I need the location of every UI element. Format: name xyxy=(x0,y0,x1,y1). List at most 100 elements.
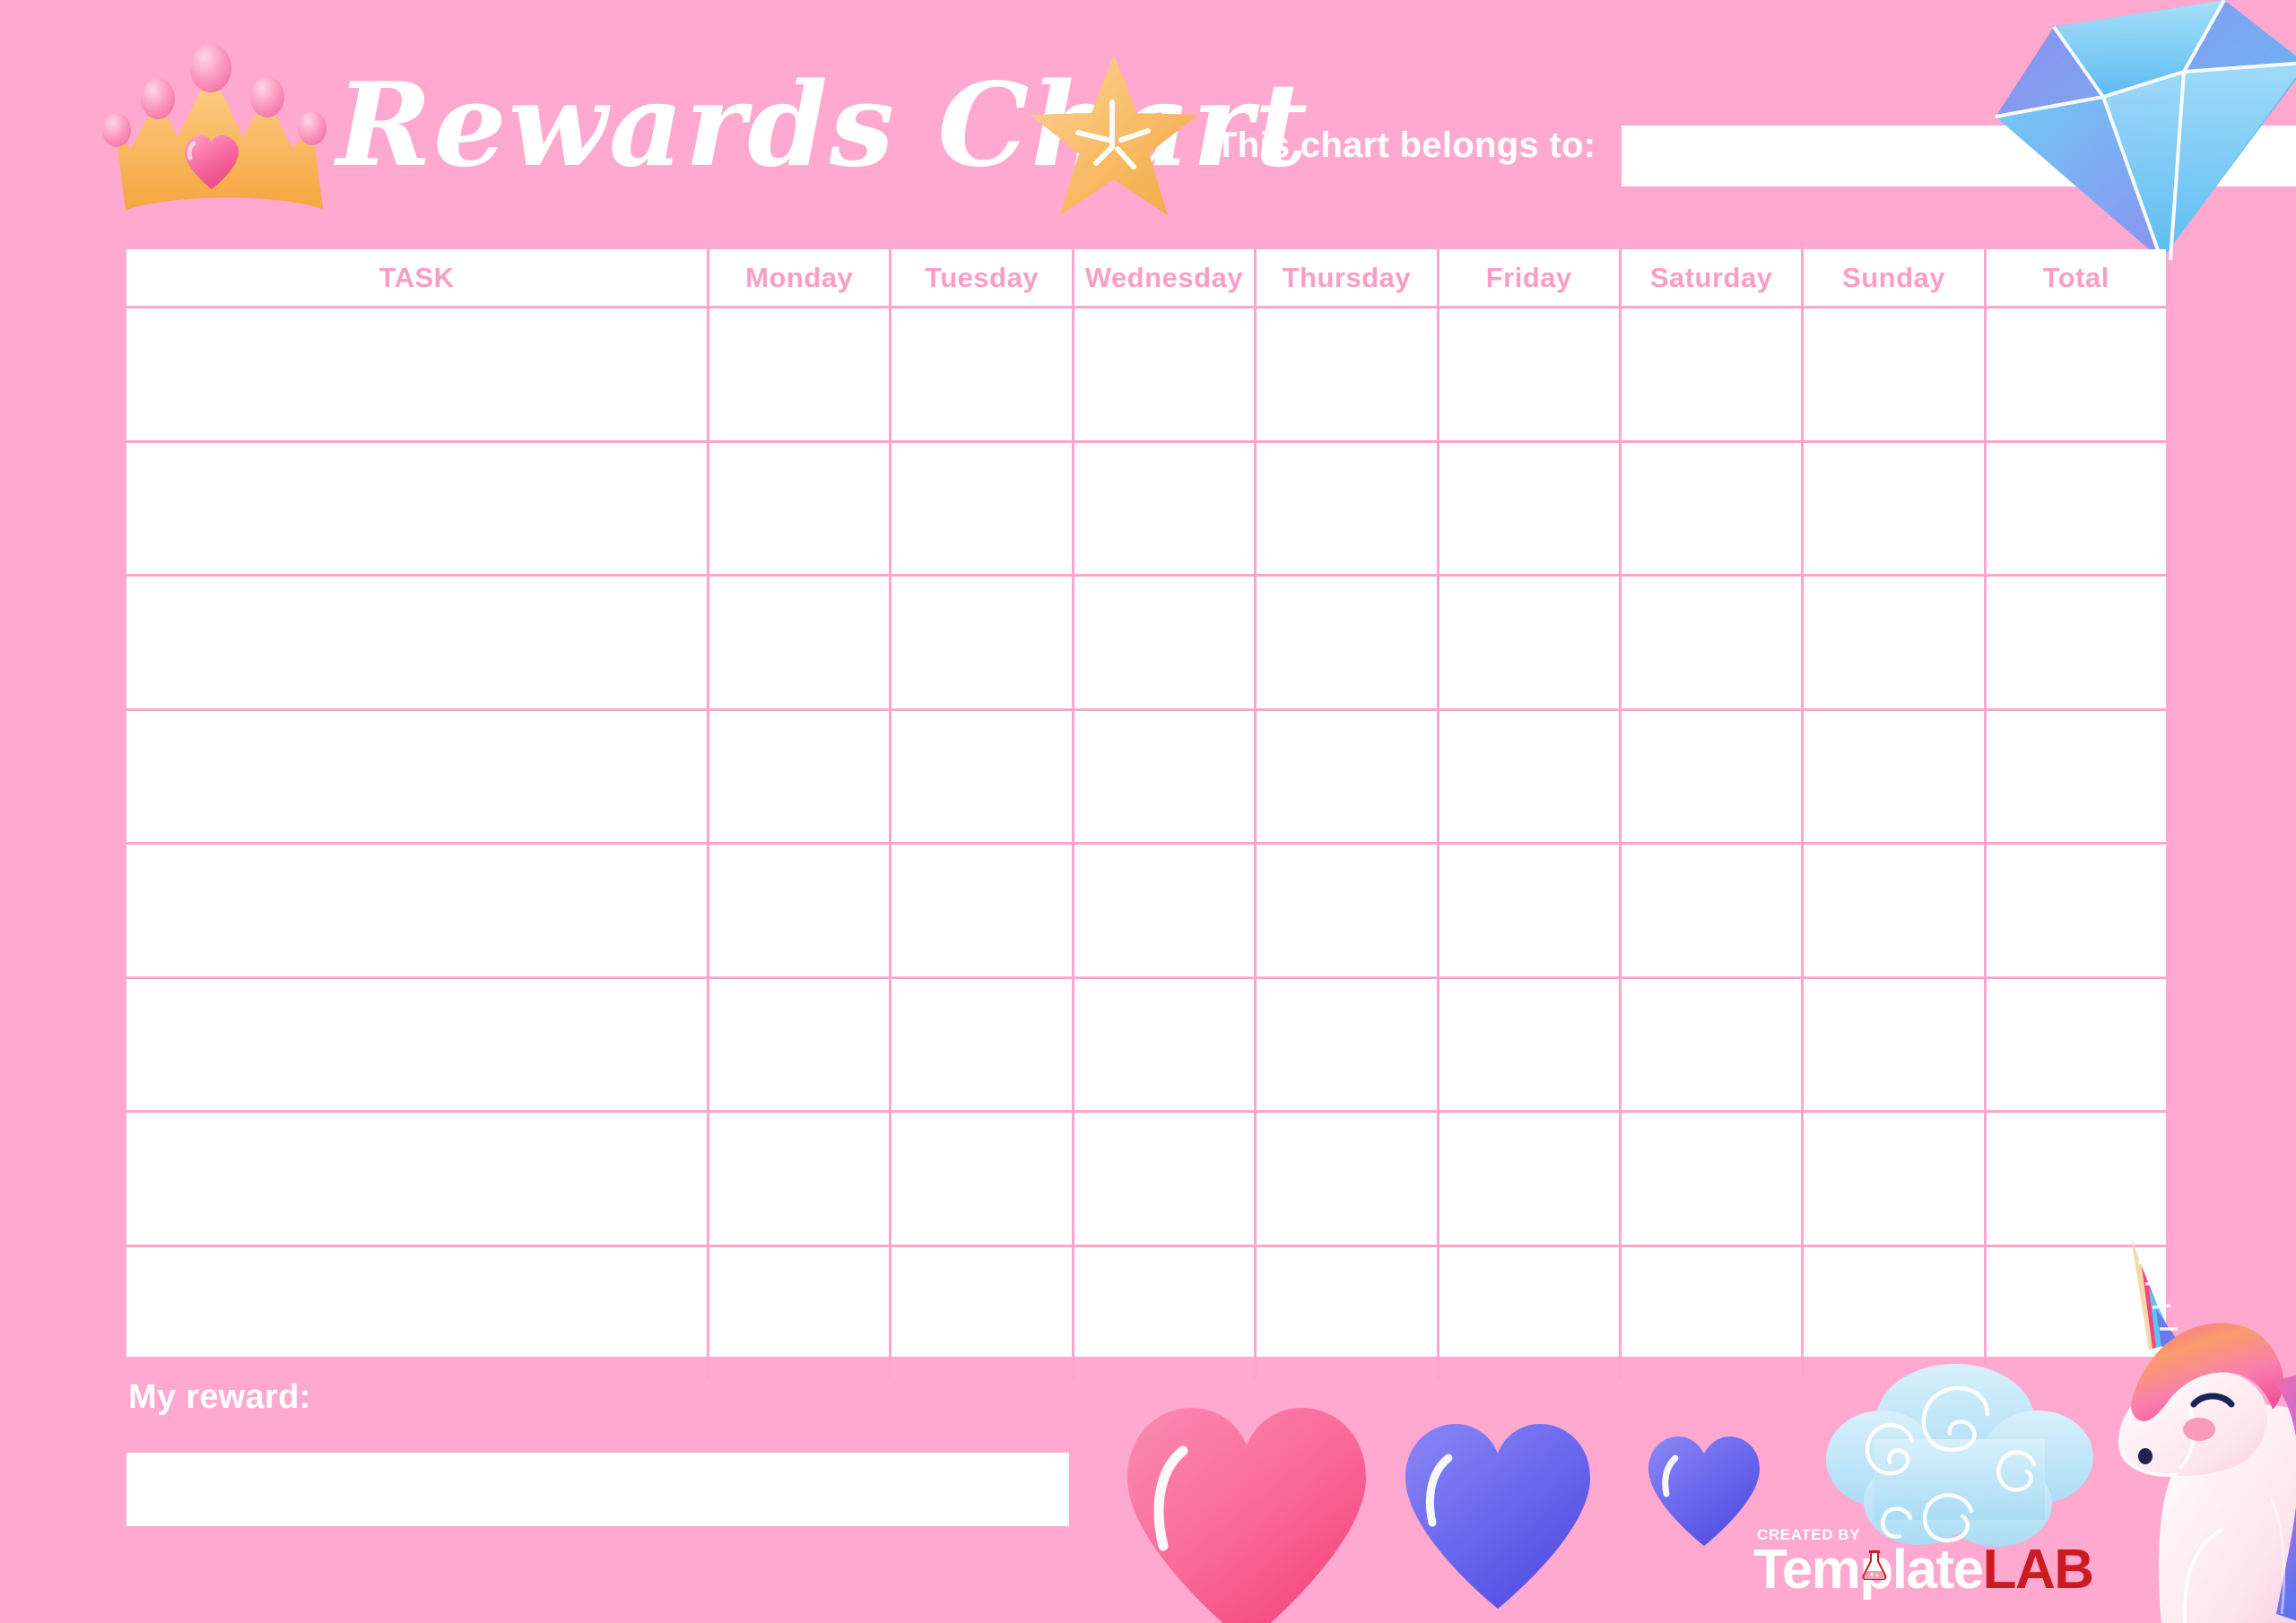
column-header-friday: Friday xyxy=(1439,249,1622,306)
table-cell-total[interactable] xyxy=(1987,308,2166,440)
table-cell-thursday[interactable] xyxy=(1257,577,1439,708)
table-cell-monday[interactable] xyxy=(709,1113,892,1245)
star-icon xyxy=(1022,47,1202,226)
table-cell-saturday[interactable] xyxy=(1622,1246,1805,1378)
table-cell-thursday[interactable] xyxy=(1257,1246,1439,1378)
table-cell-monday[interactable] xyxy=(709,577,892,708)
table-cell-sunday[interactable] xyxy=(1804,577,1987,708)
my-reward-input[interactable] xyxy=(126,1453,1069,1526)
table-cell-wednesday[interactable] xyxy=(1074,308,1257,440)
table-cell-friday[interactable] xyxy=(1439,1246,1622,1378)
table-cell-monday[interactable] xyxy=(709,845,892,976)
column-header-label: Monday xyxy=(745,261,854,293)
table-cell-task[interactable] xyxy=(126,845,709,976)
table-cell-thursday[interactable] xyxy=(1257,710,1439,842)
page-title: Rewards Chart xyxy=(336,58,1309,193)
table-cell-wednesday[interactable] xyxy=(1074,978,1257,1110)
table-cell-saturday[interactable] xyxy=(1622,308,1805,440)
table-row xyxy=(126,845,2166,979)
table-cell-wednesday[interactable] xyxy=(1074,710,1257,842)
table-cell-friday[interactable] xyxy=(1439,1113,1622,1245)
table-cell-task[interactable] xyxy=(126,1246,709,1378)
column-header-thursday: Thursday xyxy=(1257,249,1439,306)
table-cell-friday[interactable] xyxy=(1439,442,1622,574)
table-cell-task[interactable] xyxy=(126,1113,709,1245)
table-cell-saturday[interactable] xyxy=(1622,710,1805,842)
table-cell-tuesday[interactable] xyxy=(891,442,1074,574)
table-cell-monday[interactable] xyxy=(709,1246,892,1378)
page-header: Rewards Chart This chart belongs to: xyxy=(0,0,2296,261)
table-cell-total[interactable] xyxy=(1987,443,2166,575)
table-cell-task[interactable] xyxy=(126,577,709,708)
table-cell-tuesday[interactable] xyxy=(891,577,1074,708)
table-cell-tuesday[interactable] xyxy=(891,1246,1074,1378)
table-cell-friday[interactable] xyxy=(1439,577,1622,708)
table-header-row: TASK Monday Tuesday Wednesday Thursday F… xyxy=(126,249,2166,308)
flask-icon xyxy=(1862,1550,1887,1580)
cloud-icon xyxy=(1821,1341,2099,1556)
column-header-label: Total xyxy=(2042,261,2109,293)
column-header-label: TASK xyxy=(378,261,455,293)
table-cell-tuesday[interactable] xyxy=(891,1113,1074,1245)
table-cell-task[interactable] xyxy=(126,442,709,574)
table-cell-tuesday[interactable] xyxy=(891,710,1074,842)
table-cell-total[interactable] xyxy=(1987,577,2166,708)
table-cell-sunday[interactable] xyxy=(1804,1113,1987,1245)
table-cell-wednesday[interactable] xyxy=(1074,577,1257,708)
table-cell-saturday[interactable] xyxy=(1622,978,1805,1110)
table-cell-monday[interactable] xyxy=(709,978,892,1110)
heart-medium-blue-icon xyxy=(1395,1408,1601,1614)
table-cell-tuesday[interactable] xyxy=(891,978,1074,1110)
table-row xyxy=(126,577,2166,711)
table-cell-wednesday[interactable] xyxy=(1074,1246,1257,1378)
table-cell-total[interactable] xyxy=(1987,979,2166,1111)
column-header-label: Thursday xyxy=(1282,261,1412,293)
table-cell-wednesday[interactable] xyxy=(1074,1113,1257,1245)
table-cell-tuesday[interactable] xyxy=(891,845,1074,976)
table-cell-wednesday[interactable] xyxy=(1074,442,1257,574)
table-cell-sunday[interactable] xyxy=(1804,442,1987,574)
table-cell-sunday[interactable] xyxy=(1804,710,1987,842)
table-cell-saturday[interactable] xyxy=(1622,442,1805,574)
table-cell-sunday[interactable] xyxy=(1804,308,1987,440)
table-cell-wednesday[interactable] xyxy=(1074,845,1257,976)
column-header-label: Wednesday xyxy=(1084,261,1244,293)
table-cell-saturday[interactable] xyxy=(1622,1113,1805,1245)
table-cell-friday[interactable] xyxy=(1439,710,1622,842)
heart-small-blue-icon xyxy=(1641,1426,1767,1551)
table-cell-sunday[interactable] xyxy=(1804,845,1987,976)
table-cell-task[interactable] xyxy=(126,710,709,842)
table-cell-thursday[interactable] xyxy=(1257,1113,1439,1245)
table-cell-friday[interactable] xyxy=(1439,845,1622,976)
table-cell-total[interactable] xyxy=(1987,845,2166,976)
table-cell-total[interactable] xyxy=(1987,1113,2166,1245)
table-cell-monday[interactable] xyxy=(709,710,892,842)
column-header-monday: Monday xyxy=(709,249,892,306)
table-cell-sunday[interactable] xyxy=(1804,978,1987,1110)
column-header-sunday: Sunday xyxy=(1804,249,1987,306)
column-header-label: Sunday xyxy=(1842,261,1946,293)
table-cell-monday[interactable] xyxy=(709,308,892,440)
table-cell-thursday[interactable] xyxy=(1257,308,1439,440)
rewards-table: TASK Monday Tuesday Wednesday Thursday F… xyxy=(126,249,2166,1378)
table-cell-saturday[interactable] xyxy=(1622,845,1805,976)
diamond-icon xyxy=(1969,0,2296,278)
my-reward-label: My reward: xyxy=(128,1378,311,1416)
table-cell-thursday[interactable] xyxy=(1257,442,1439,574)
table-cell-task[interactable] xyxy=(126,978,709,1110)
table-cell-total[interactable] xyxy=(1987,711,2166,843)
templatelab-logo: CREATED BY TemplateLAB xyxy=(1753,1526,2094,1611)
table-cell-thursday[interactable] xyxy=(1257,978,1439,1110)
belongs-to-label: This chart belongs to: xyxy=(1215,126,1596,165)
table-cell-tuesday[interactable] xyxy=(891,308,1074,440)
column-header-label: Friday xyxy=(1485,261,1572,293)
table-cell-friday[interactable] xyxy=(1439,308,1622,440)
table-row xyxy=(126,442,2166,577)
table-cell-saturday[interactable] xyxy=(1622,577,1805,708)
table-cell-thursday[interactable] xyxy=(1257,845,1439,976)
table-cell-task[interactable] xyxy=(126,308,709,440)
table-cell-monday[interactable] xyxy=(709,442,892,574)
column-header-saturday: Saturday xyxy=(1622,249,1805,306)
crown-icon xyxy=(97,43,357,222)
table-cell-friday[interactable] xyxy=(1439,978,1622,1110)
